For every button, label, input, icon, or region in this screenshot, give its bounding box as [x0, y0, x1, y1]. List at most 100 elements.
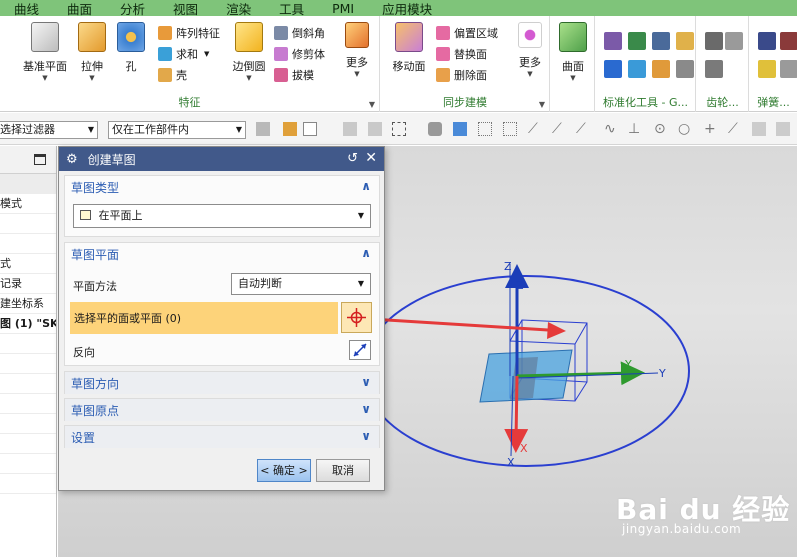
- menu-pmi[interactable]: PMI: [318, 1, 368, 16]
- navigator-row[interactable]: 式: [0, 254, 56, 274]
- spring-tool-2-icon[interactable]: [758, 60, 776, 78]
- menu-analysis[interactable]: 分析: [106, 0, 159, 17]
- shell-button[interactable]: 壳: [158, 65, 187, 85]
- section-header[interactable]: 设置 ∨: [65, 426, 379, 448]
- select-planar-face-row[interactable]: 选择平的面或平面 (0): [70, 302, 338, 334]
- plane-method-dropdown[interactable]: 自动判断 ▼: [231, 273, 371, 295]
- spring-tool-1-icon[interactable]: [758, 32, 776, 50]
- std-tool-3-icon[interactable]: [652, 32, 670, 50]
- spring-tool-3-icon[interactable]: [780, 32, 797, 50]
- point-on-face-icon[interactable]: [752, 122, 766, 136]
- replace-face-button[interactable]: 替换面: [436, 44, 487, 64]
- datum-plane-button[interactable]: 基准平面 ▼: [22, 22, 68, 83]
- navigator-row[interactable]: [0, 474, 56, 494]
- menu-applications[interactable]: 应用模块: [368, 0, 446, 17]
- menu-render[interactable]: 渲染: [212, 0, 265, 17]
- bounded-grid-icon[interactable]: [776, 122, 790, 136]
- hole-button[interactable]: 孔: [108, 22, 154, 74]
- spring-tool-4-icon[interactable]: [780, 60, 797, 78]
- menu-surface[interactable]: 曲面: [53, 0, 106, 17]
- unite-button[interactable]: 求和 ▼: [158, 44, 209, 64]
- std-tool-6-icon[interactable]: [628, 60, 646, 78]
- gear-tool-2-icon[interactable]: [725, 32, 743, 50]
- section-header[interactable]: 草图平面 ∧: [65, 243, 379, 265]
- trim-body-button[interactable]: 修剪体: [274, 44, 325, 64]
- navigator-row[interactable]: 图 (1) "SK: [0, 314, 56, 334]
- general-selection-icon[interactable]: [256, 122, 270, 136]
- section-header[interactable]: 草图原点 ∨: [65, 399, 379, 421]
- navigator-row[interactable]: 记录: [0, 274, 56, 294]
- select-feature-icon[interactable]: [283, 122, 297, 136]
- navigator-row[interactable]: [0, 214, 56, 234]
- selection-scope-combo[interactable]: 仅在工作部件内 ▼: [108, 121, 246, 139]
- pattern-feature-button[interactable]: 阵列特征: [158, 23, 220, 43]
- reverse-direction-button[interactable]: [349, 340, 371, 360]
- section-header[interactable]: 草图方向 ∨: [65, 372, 379, 394]
- select-face-icon[interactable]: [453, 122, 467, 136]
- midpoint-icon[interactable]: [503, 122, 517, 136]
- navigator-row[interactable]: [0, 234, 56, 254]
- std-tool-5-icon[interactable]: [604, 60, 622, 78]
- select-curve-icon[interactable]: [343, 122, 357, 136]
- point-on-curve-icon[interactable]: ⟋: [728, 122, 742, 136]
- more-icon: [345, 22, 369, 48]
- reset-icon[interactable]: ↺: [347, 151, 358, 166]
- navigator-row[interactable]: [0, 354, 56, 374]
- create-sketch-dialog: ⚙ 创建草图 ↺ ✕ 草图类型 ∧ 在平面上 ▼ 草图平面 ∧ 平面方法 自动判…: [58, 146, 385, 491]
- select-plane-button[interactable]: [341, 302, 372, 333]
- edge-blend-button[interactable]: 边倒圆 ▼: [226, 22, 272, 83]
- navigator-row[interactable]: [0, 434, 56, 454]
- chevron-down-icon[interactable]: ▼: [539, 100, 545, 109]
- gear-tool-3-icon[interactable]: [705, 60, 723, 78]
- navigator-row[interactable]: [0, 334, 56, 354]
- menu-curve[interactable]: 曲线: [0, 0, 53, 17]
- chevron-down-icon: ∨: [361, 402, 371, 416]
- navigator-row[interactable]: [0, 374, 56, 394]
- menu-tools[interactable]: 工具: [265, 0, 318, 17]
- curve-snap-icon[interactable]: ⟋: [576, 122, 590, 136]
- quadrant-snap-icon[interactable]: ○: [678, 122, 692, 136]
- sync-more-button[interactable]: 更多 ▼: [507, 22, 553, 79]
- ribbon-group-feature: 基准平面 ▼ 拉伸 ▼ 孔 阵列特征 求和 ▼ 壳 边倒圆 ▼ 倒斜角 修剪体 …: [0, 16, 380, 112]
- menu-view[interactable]: 视图: [159, 0, 212, 17]
- cancel-button[interactable]: 取消: [316, 459, 370, 482]
- navigator-row[interactable]: 建坐标系: [0, 294, 56, 314]
- section-header[interactable]: 草图类型 ∧: [65, 176, 379, 198]
- feature-more-button[interactable]: 更多 ▼: [334, 22, 380, 79]
- chevron-down-icon[interactable]: ▼: [369, 100, 375, 109]
- navigator-row[interactable]: [0, 394, 56, 414]
- std-tool-7-icon[interactable]: [652, 60, 670, 78]
- select-solid-icon[interactable]: [428, 122, 442, 136]
- sketch-type-dropdown[interactable]: 在平面上 ▼: [73, 204, 371, 228]
- surface-button[interactable]: 曲面 ▼: [550, 22, 596, 83]
- std-tool-2-icon[interactable]: [628, 32, 646, 50]
- std-tool-8-icon[interactable]: [676, 60, 694, 78]
- move-face-button[interactable]: 移动面: [386, 22, 432, 74]
- navigator-row[interactable]: [0, 414, 56, 434]
- snap-point-icon[interactable]: [303, 122, 317, 136]
- std-tool-4-icon[interactable]: [676, 32, 694, 50]
- offset-region-button[interactable]: 偏置区域: [436, 23, 498, 43]
- tangent-snap-icon[interactable]: ⟋: [552, 122, 566, 136]
- gear-icon[interactable]: ⚙: [66, 152, 78, 167]
- line-snap-icon[interactable]: ⟋: [528, 122, 542, 136]
- perpendicular-snap-icon[interactable]: ⊥: [628, 122, 642, 136]
- navigator-row[interactable]: [0, 454, 56, 474]
- gear-tool-1-icon[interactable]: [705, 32, 723, 50]
- rectangle-select-icon[interactable]: [392, 122, 406, 136]
- std-tool-1-icon[interactable]: [604, 32, 622, 50]
- endpoint-icon[interactable]: [478, 122, 492, 136]
- center-snap-icon[interactable]: ⊙: [654, 122, 668, 136]
- select-body-icon[interactable]: [368, 122, 382, 136]
- navigator-row[interactable]: 模式: [0, 194, 56, 214]
- maximize-icon[interactable]: [34, 154, 46, 165]
- draft-button[interactable]: 拔模: [274, 65, 314, 85]
- chamfer-button[interactable]: 倒斜角: [274, 23, 325, 43]
- delete-face-button[interactable]: 删除面: [436, 65, 487, 85]
- dialog-title-bar[interactable]: ⚙ 创建草图 ↺ ✕: [59, 147, 384, 171]
- spline-snap-icon[interactable]: ∿: [604, 122, 618, 136]
- close-icon[interactable]: ✕: [365, 150, 377, 166]
- intersection-snap-icon[interactable]: +: [704, 122, 718, 136]
- ok-button[interactable]: < 确定 >: [257, 459, 311, 482]
- type-filter-combo[interactable]: 选择过滤器 ▼: [0, 121, 98, 139]
